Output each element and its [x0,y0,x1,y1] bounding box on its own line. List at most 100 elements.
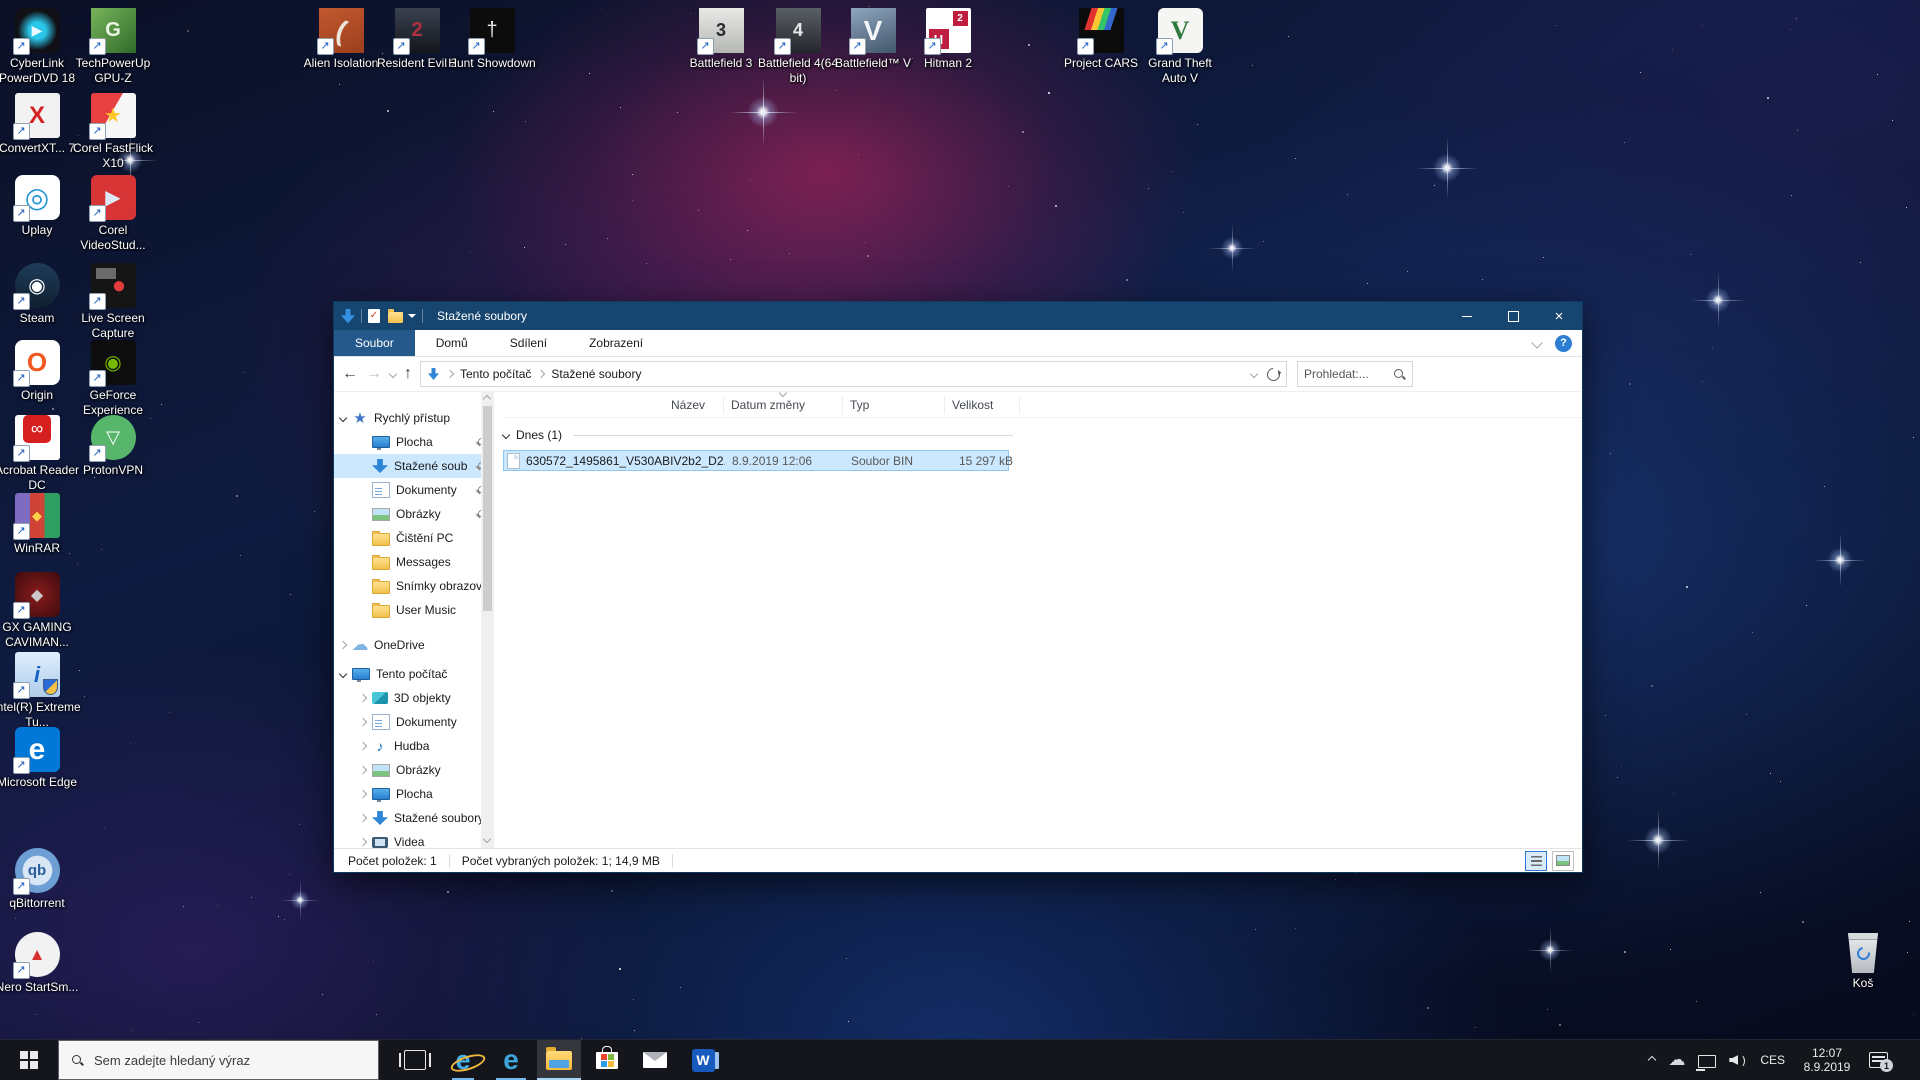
chevron-right-icon[interactable] [339,641,347,649]
scrollbar-thumb[interactable] [483,406,492,611]
forward-button[interactable]: → [366,366,382,382]
chevron-right-icon[interactable] [359,766,367,774]
sidebar-item-dokumenty[interactable]: Dokumenty [334,710,494,734]
ribbon-collapse-icon[interactable] [1531,337,1542,348]
column-typ[interactable]: Typ [843,396,945,414]
tab-soubor[interactable]: Soubor [334,330,415,356]
clock[interactable]: 12:07 8.9.2019 [1798,1046,1856,1074]
group-collapse-icon[interactable] [502,431,510,439]
desktop-icon-live-screen-capture[interactable]: ↗Live Screen Capture [69,263,157,341]
desktop-icon-alien-isolation[interactable]: ↗Alien Isolation [297,8,385,71]
sidebar-item-onedrive[interactable]: ☁OneDrive [334,633,494,657]
taskbar-search[interactable]: Sem zadejte hledaný výraz [58,1040,379,1080]
sidebar-item-3d-objekty[interactable]: 3D objekty [334,686,494,710]
sidebar-item-stazene-soubory[interactable]: Stažené soubory [334,806,494,830]
store-button[interactable] [585,1040,629,1080]
breadcrumb-this-pc[interactable]: Tento počítač [460,367,531,381]
sidebar-item-user-music[interactable]: User Music [334,598,494,622]
onedrive-tray-icon[interactable]: ☁ [1668,1050,1685,1070]
details-view-button[interactable] [1525,851,1547,871]
sidebar-item-tento-pocitac[interactable]: Tento počítač [334,662,494,686]
breadcrumb-downloads[interactable]: Stažené soubory [551,367,641,381]
breadcrumb-chevron[interactable] [446,370,454,378]
tab-sdileni[interactable]: Sdílení [489,330,568,356]
chevron-down-icon[interactable] [339,670,347,678]
scroll-down-icon[interactable] [483,835,491,843]
address-dropdown-icon[interactable] [1250,370,1258,378]
chevron-right-icon[interactable] [359,838,367,846]
tab-zobrazeni[interactable]: Zobrazení [568,330,664,356]
chevron-right-icon[interactable] [359,814,367,822]
desktop-icon-recycle-bin[interactable]: Koš [1819,933,1907,991]
new-folder-icon[interactable] [388,312,403,323]
file-explorer-button[interactable] [537,1040,581,1080]
sidebar-item-stazene-soub[interactable]: Stažené soub [334,454,494,478]
edge-button[interactable]: e [489,1040,533,1080]
address-field[interactable]: Tento počítač Stažené soubory [420,361,1287,387]
desktop-icon-hitman-2[interactable]: ↗Hitman 2 [904,8,992,71]
scroll-up-icon[interactable] [483,395,491,403]
network-icon[interactable] [1698,1055,1716,1068]
close-button[interactable]: × [1536,302,1582,330]
help-icon[interactable]: ? [1555,335,1572,352]
recent-locations-icon[interactable] [389,370,397,378]
tab-domu[interactable]: Domů [415,330,489,356]
internet-explorer-button[interactable]: e [441,1040,485,1080]
back-button[interactable]: ← [342,366,358,382]
desktop-icon-intel-r-extreme-tu[interactable]: ↗Intel(R) Extreme Tu... [0,652,81,730]
chevron-right-icon[interactable] [359,790,367,798]
desktop-icon-geforce-experience[interactable]: ↗GeForce Experience [69,340,157,418]
desktop-icon-nero-startsm[interactable]: ↗Nero StartSm... [0,932,81,995]
sidebar-scrollbar[interactable] [481,391,494,849]
desktop-icon-hunt-showdown[interactable]: ↗Hunt Showdown [448,8,536,71]
sidebar-item-obrazky[interactable]: Obrázky [334,758,494,782]
start-button[interactable] [0,1040,58,1080]
chevron-right-icon[interactable] [359,694,367,702]
thumbnail-view-button[interactable] [1552,851,1574,871]
action-center-icon[interactable]: 1 [1869,1052,1888,1068]
mail-button[interactable] [633,1040,677,1080]
sidebar-item-plocha[interactable]: Plocha [334,430,494,454]
desktop-icon-corel-videostud[interactable]: ↗Corel VideoStud... [69,175,157,253]
column-velikost[interactable]: Velikost [945,396,1020,414]
sidebar-item-messages[interactable]: Messages [334,550,494,574]
desktop-icon-techpowerup-gpu-z[interactable]: ↗TechPowerUp GPU-Z [69,8,157,86]
up-button[interactable]: ↑ [404,366,412,382]
minimize-button[interactable] [1444,302,1490,330]
desktop-icon-qbittorrent[interactable]: ↗qBittorrent [0,848,81,911]
sidebar-item-dokumenty[interactable]: Dokumenty [334,478,494,502]
column-datum-zmeny[interactable]: Datum změny [724,396,843,414]
volume-icon[interactable] [1729,1053,1747,1067]
task-view-button[interactable] [393,1040,437,1080]
sidebar-item-rychly-pristup[interactable]: ★Rychlý přístup [334,406,494,430]
desktop-icon-corel-fastflick-x10[interactable]: ↗Corel FastFlick X10 [69,93,157,171]
sidebar-item-plocha[interactable]: Plocha [334,782,494,806]
qat-customize-icon[interactable] [408,314,416,322]
chevron-down-icon[interactable] [339,414,347,422]
desktop-icon-grand-theft-auto-v[interactable]: ↗Grand Theft Auto V [1136,8,1224,86]
properties-icon[interactable] [368,309,380,323]
desktop-icon-battlefield-3[interactable]: ↗Battlefield 3 [677,8,765,71]
tray-overflow-icon[interactable] [1648,1056,1656,1064]
desktop-icon-gx-gaming-caviman[interactable]: ↗GX GAMING CAVIMAN... [0,572,81,650]
group-header[interactable]: Dnes (1) [503,422,1582,448]
desktop-icon-winrar[interactable]: ↗WinRAR [0,493,81,556]
search-box[interactable]: Prohledat:... [1297,361,1413,387]
desktop-icon-project-cars[interactable]: ↗Project CARS [1057,8,1145,71]
chevron-right-icon[interactable] [359,718,367,726]
desktop-icon-protonvpn[interactable]: ↗ProtonVPN [69,415,157,478]
word-button[interactable]: W [681,1040,725,1080]
sidebar-item-cisteni-pc[interactable]: Čištění PC [334,526,494,550]
sidebar-item-obrazky[interactable]: Obrázky [334,502,494,526]
file-row[interactable]: 630572_1495861_V530ABIV2b2_D2.bin 8.9.20… [503,450,1009,471]
maximize-button[interactable] [1490,302,1536,330]
sidebar-item-hudba[interactable]: ♪Hudba [334,734,494,758]
chevron-right-icon[interactable] [359,742,367,750]
sidebar-item-videa[interactable]: Videa [334,830,494,849]
titlebar[interactable]: Stažené soubory × [334,302,1582,330]
breadcrumb-chevron[interactable] [537,370,545,378]
desktop-icon-microsoft-edge[interactable]: ↗Microsoft Edge [0,727,81,790]
refresh-icon[interactable] [1264,365,1282,383]
column-nazev[interactable]: Název [503,396,724,414]
language-indicator[interactable]: CES [1760,1053,1785,1067]
